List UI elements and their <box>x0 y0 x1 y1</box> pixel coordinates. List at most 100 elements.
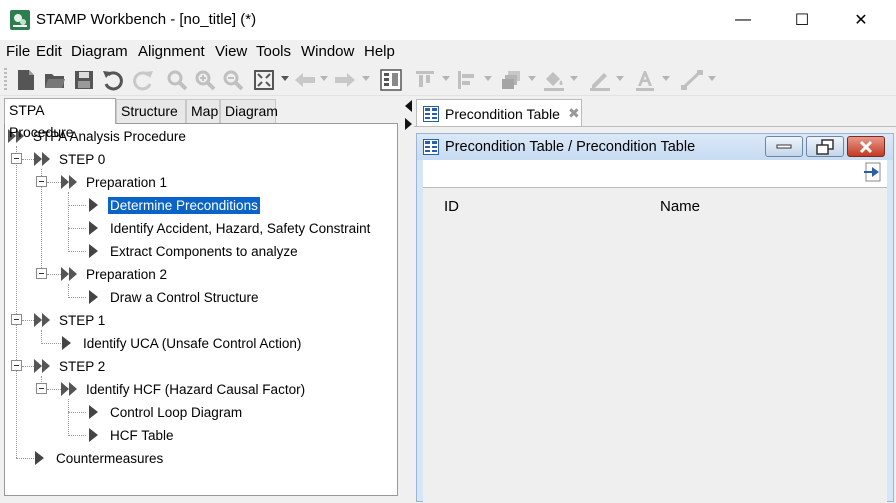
arrow-icon <box>89 428 98 442</box>
new-file-button[interactable] <box>16 68 36 92</box>
menu-alignment[interactable]: Alignment <box>138 43 205 60</box>
tree-node-hcf-table[interactable]: HCF Table <box>88 424 176 446</box>
tree-node-determine-preconditions[interactable]: Determine Preconditions <box>88 194 261 216</box>
line-color-icon <box>590 73 610 91</box>
tree-node-step1[interactable]: STEP 1 <box>34 309 107 331</box>
arrange-icon <box>502 71 520 89</box>
tab-close-icon[interactable]: ✖ <box>568 105 580 122</box>
align-left-button[interactable] <box>456 68 478 92</box>
tab-diagram[interactable]: Diagram <box>220 99 278 123</box>
fill-color-button[interactable] <box>542 68 566 92</box>
tree-node-preparation-2[interactable]: Preparation 2 <box>61 263 169 285</box>
tree-node-preparation-1[interactable]: Preparation 1 <box>61 171 169 193</box>
inner-restore-button[interactable] <box>806 136 844 157</box>
arrange-dropdown[interactable] <box>528 76 536 81</box>
tree-node-extract-components[interactable]: Extract Components to analyze <box>88 240 300 262</box>
tree-node-control-loop-diagram[interactable]: Control Loop Diagram <box>88 401 244 423</box>
align-top-icon <box>416 71 434 87</box>
tree-node-identify-hcf[interactable]: Identify HCF (Hazard Causal Factor) <box>61 378 307 400</box>
align-left-icon <box>458 71 474 89</box>
tree-line <box>47 389 61 390</box>
maximize-button[interactable]: ☐ <box>773 0 831 40</box>
tab-map[interactable]: Map <box>186 99 220 123</box>
menu-tools[interactable]: Tools <box>256 43 291 60</box>
arrow-icon <box>35 451 44 465</box>
arrange-button[interactable] <box>500 68 522 92</box>
tree-line <box>68 205 86 206</box>
toolbar-grip[interactable] <box>4 68 7 92</box>
zoom-in-button[interactable] <box>194 68 216 92</box>
grid-button[interactable] <box>380 68 402 92</box>
line-color-dropdown[interactable] <box>616 76 624 81</box>
tree-node-countermeasures[interactable]: Countermeasures <box>34 447 165 469</box>
forward-dropdown[interactable] <box>362 76 370 81</box>
tab-structure[interactable]: Structure <box>116 99 186 123</box>
fit-window-button[interactable] <box>254 68 274 92</box>
expand-toggle[interactable] <box>11 153 22 164</box>
inner-close-button[interactable] <box>847 136 885 157</box>
line-style-dropdown[interactable] <box>708 76 716 81</box>
arrow-icon <box>89 198 98 212</box>
export-button[interactable] <box>863 162 883 185</box>
expand-toggle[interactable] <box>36 176 47 187</box>
fit-dropdown[interactable] <box>281 76 289 81</box>
tab-divider <box>414 126 896 127</box>
forward-button[interactable] <box>334 68 356 92</box>
align-top-button[interactable] <box>414 68 436 92</box>
tree-node-identify-uca[interactable]: Identify UCA (Unsafe Control Action) <box>61 332 303 354</box>
line-style-button[interactable] <box>680 68 704 92</box>
menu-view[interactable]: View <box>215 43 247 60</box>
back-dropdown[interactable] <box>320 76 328 81</box>
font-color-button[interactable] <box>634 68 656 92</box>
tab-precondition-table[interactable]: Precondition Table ✖ <box>416 99 582 127</box>
zoom-button[interactable] <box>166 68 188 92</box>
column-header-id[interactable]: ID <box>444 198 459 215</box>
panel-splitter[interactable] <box>403 96 414 502</box>
align-left-dropdown[interactable] <box>484 76 492 81</box>
back-icon <box>295 73 315 87</box>
collapse-arrows-icon[interactable] <box>404 100 413 132</box>
tree-line <box>47 182 61 183</box>
zoom-out-button[interactable] <box>222 68 244 92</box>
double-arrow-icon <box>61 175 77 189</box>
column-header-name[interactable]: Name <box>660 198 700 215</box>
menu-help[interactable]: Help <box>364 43 395 60</box>
minimize-button[interactable]: — <box>714 0 772 40</box>
tree-node-step0[interactable]: STEP 0 <box>34 148 107 170</box>
expand-toggle[interactable] <box>36 383 47 394</box>
open-folder-icon <box>45 74 65 88</box>
expand-toggle[interactable] <box>11 314 22 325</box>
expand-toggle[interactable] <box>36 268 47 279</box>
undo-button[interactable] <box>102 68 124 92</box>
save-button[interactable] <box>74 68 94 92</box>
tree-line <box>41 343 61 344</box>
inner-title-bar[interactable]: Precondition Table / Precondition Table <box>417 134 893 160</box>
open-button[interactable] <box>44 68 66 92</box>
menu-file[interactable]: File <box>6 43 30 60</box>
tab-stpa-procedure[interactable]: STPA Procedure <box>4 98 116 140</box>
redo-button[interactable] <box>132 68 154 92</box>
tree-node-step2[interactable]: STEP 2 <box>34 355 107 377</box>
toolbar <box>0 64 896 96</box>
close-button[interactable]: ✕ <box>832 0 890 40</box>
tree-node-identify-accident[interactable]: Identify Accident, Hazard, Safety Constr… <box>88 217 372 239</box>
menu-edit[interactable]: Edit <box>36 43 62 60</box>
fill-color-dropdown[interactable] <box>570 76 578 81</box>
double-arrow-icon <box>34 359 50 373</box>
arrow-icon <box>89 405 98 419</box>
menu-window[interactable]: Window <box>301 43 354 60</box>
back-button[interactable] <box>294 68 316 92</box>
new-file-icon <box>18 70 34 90</box>
font-color-dropdown[interactable] <box>662 76 670 81</box>
inner-minimize-button[interactable] <box>765 136 803 157</box>
export-icon <box>864 162 881 182</box>
tree-line <box>22 320 34 321</box>
menu-diagram[interactable]: Diagram <box>71 43 128 60</box>
align-top-dropdown[interactable] <box>442 76 450 81</box>
expand-toggle[interactable] <box>11 360 22 371</box>
grid-icon <box>380 69 402 91</box>
undo-icon <box>103 71 123 91</box>
line-color-button[interactable] <box>588 68 612 92</box>
tree-node-draw-control-structure[interactable]: Draw a Control Structure <box>88 286 261 308</box>
window-title: STAMP Workbench - [no_title] (*) <box>36 11 257 28</box>
